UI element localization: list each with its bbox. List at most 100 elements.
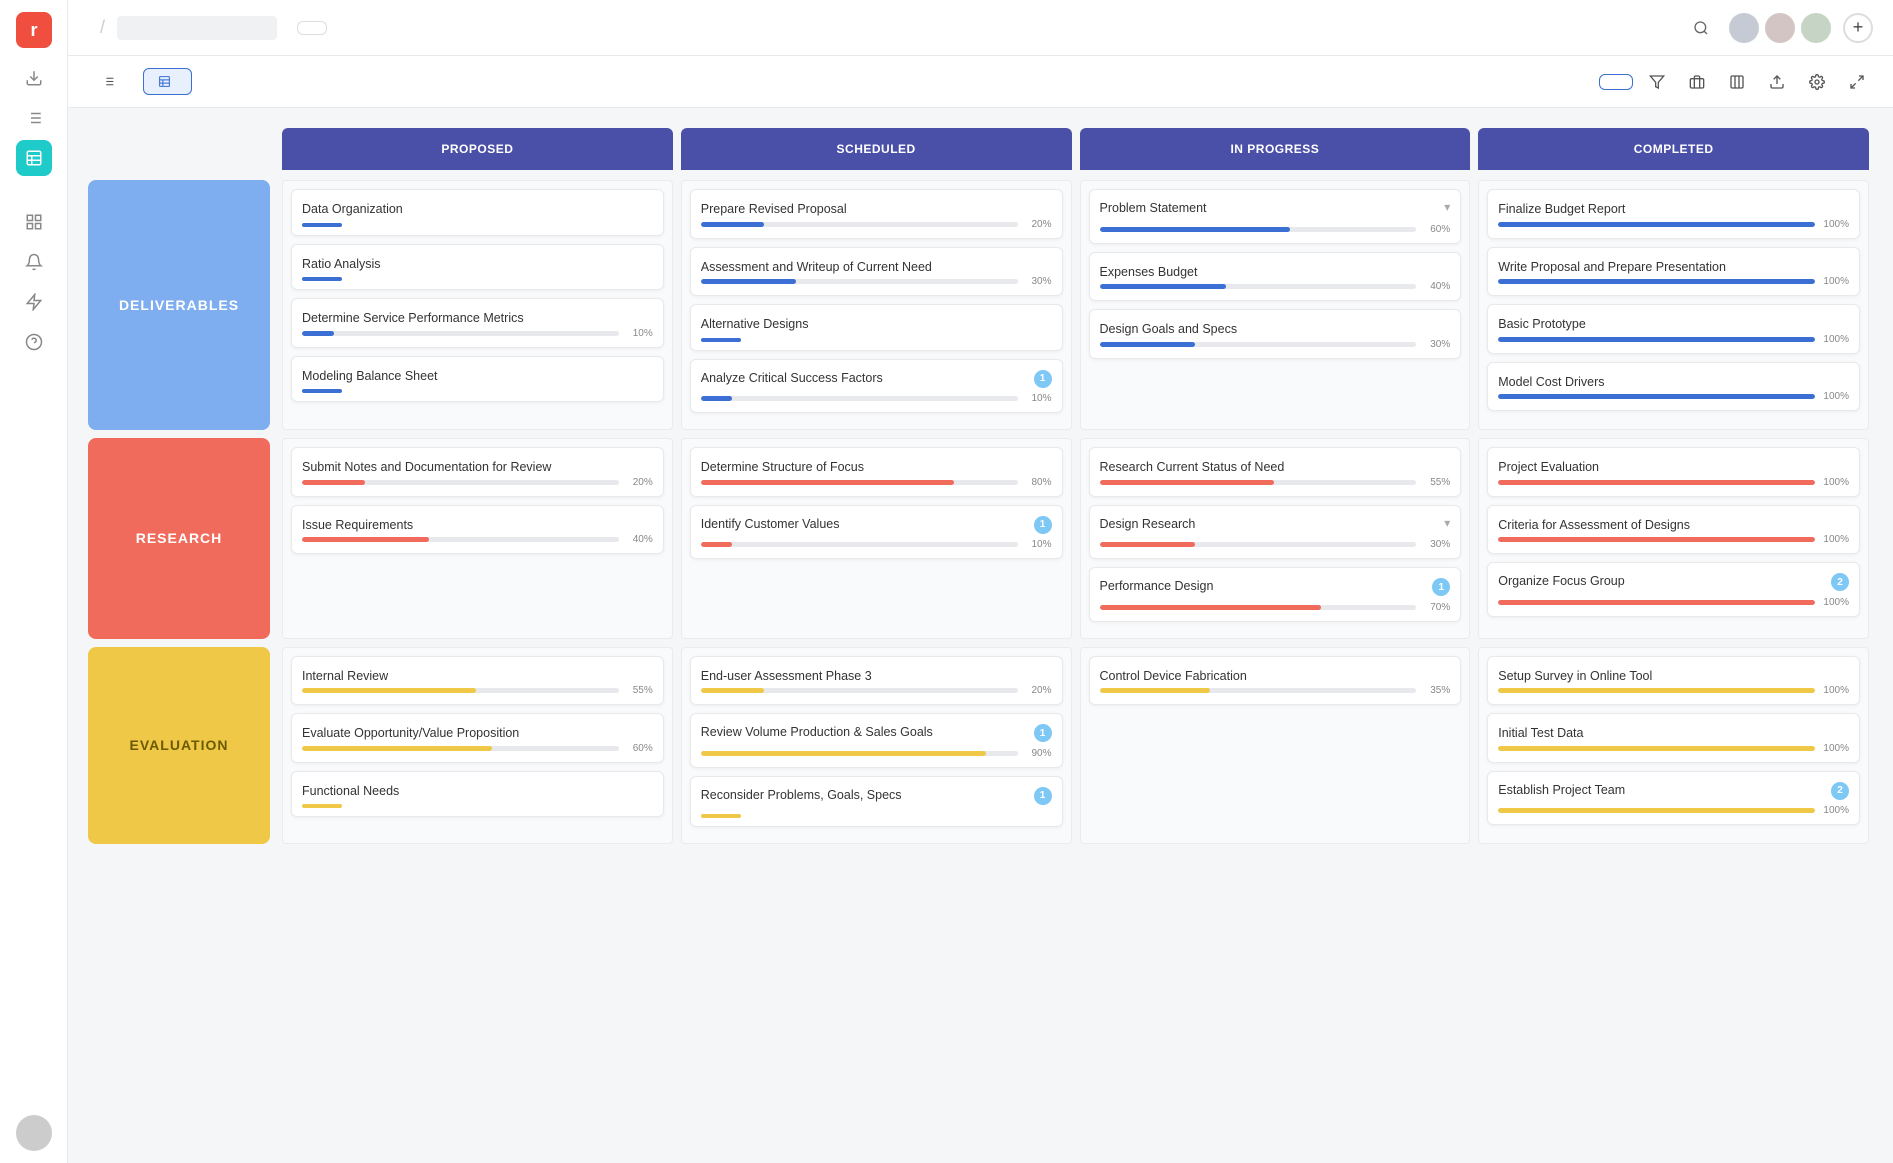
card[interactable]: Reconsider Problems, Goals, Specs1 [690,776,1063,828]
sidebar-list-icon[interactable] [16,100,52,136]
sidebar-roadmap-icon[interactable] [16,140,52,176]
progress-bar [1100,480,1417,485]
card[interactable]: Criteria for Assessment of Designs100% [1487,505,1860,555]
progress-pct: 40% [625,534,653,545]
card[interactable]: Determine Structure of Focus80% [690,447,1063,497]
card[interactable]: Assessment and Writeup of Current Need30… [690,247,1063,297]
dropdown-icon[interactable]: ▾ [1444,516,1450,530]
card[interactable]: Modeling Balance Sheet [291,356,664,403]
filter-icon[interactable] [1641,66,1673,98]
card[interactable]: Determine Service Performance Metrics10% [291,298,664,348]
card-title: Organize Focus Group [1498,573,1624,591]
app-logo[interactable]: r [16,12,52,48]
cell-research-inprogress: Research Current Status of Need 55% Design… [1080,438,1471,639]
badge: 1 [1034,787,1052,805]
user-avatar[interactable] [16,1115,52,1151]
progress-bar [302,746,619,751]
card[interactable]: End-user Assessment Phase 320% [690,656,1063,706]
card[interactable]: Prepare Revised Proposal20% [690,189,1063,239]
cell-evaluation-scheduled: End-user Assessment Phase 320% Review Vol… [681,647,1072,845]
progress-pct: 100% [1821,805,1849,816]
progress-pct: 10% [1024,393,1052,404]
card-title: Design Research [1100,516,1196,534]
progress-pct: 100% [1821,597,1849,608]
progress-bar [1498,480,1815,485]
card[interactable]: Issue Requirements40% [291,505,664,555]
card-title: Control Device Fabrication [1100,669,1247,683]
export-icon[interactable] [1761,66,1793,98]
card[interactable]: Organize Focus Group2100% [1487,562,1860,617]
card[interactable]: Alternative Designs [690,304,1063,351]
badge: 1 [1034,516,1052,534]
cell-research-completed: Project Evaluation100% Criteria for Asses… [1478,438,1869,639]
progress-bar [302,537,619,542]
swimlane-container: PROPOSEDSCHEDULEDIN PROGRESSCOMPLETEDDEL… [68,108,1893,1163]
settings-icon[interactable] [1801,66,1833,98]
sidebar-help-icon[interactable] [16,324,52,360]
card[interactable]: Write Proposal and Prepare Presentation1… [1487,247,1860,297]
card-title: Write Proposal and Prepare Presentation [1498,260,1726,274]
cell-deliverables-proposed: Data Organization Ratio Analysis Determine… [282,180,673,430]
card[interactable]: Finalize Budget Report100% [1487,189,1860,239]
card[interactable]: Problem Statement▾60% [1089,189,1462,244]
card[interactable]: Design Goals and Specs 30% [1089,309,1462,359]
tab-items[interactable] [88,69,135,94]
card[interactable]: Internal Review55% [291,656,664,706]
card-title: Research Current Status of Need [1100,460,1285,474]
progress-bar [1100,227,1417,232]
sidebar-download-icon[interactable] [16,60,52,96]
sidebar-lightning-icon[interactable] [16,284,52,320]
columns-icon[interactable] [1721,66,1753,98]
card-title: Alternative Designs [701,317,809,331]
card-title: Assessment and Writeup of Current Need [701,260,932,274]
card[interactable]: Submit Notes and Documentation for Revie… [291,447,664,497]
dropdown-icon[interactable]: ▾ [1444,200,1450,214]
card[interactable]: Project Evaluation100% [1487,447,1860,497]
card-title: Criteria for Assessment of Designs [1498,518,1690,532]
card[interactable]: Basic Prototype100% [1487,304,1860,354]
search-icon[interactable] [1685,12,1717,44]
toolbar [68,56,1893,108]
progress-pct: 100% [1821,334,1849,345]
card[interactable]: Setup Survey in Online Tool 100% [1487,656,1860,706]
card[interactable]: Design Research▾30% [1089,505,1462,560]
add-item-button[interactable] [1599,74,1633,90]
sidebar-bell-icon[interactable] [16,244,52,280]
view-button[interactable] [297,21,327,35]
card[interactable]: Expenses Budget40% [1089,252,1462,302]
card[interactable]: Identify Customer Values110% [690,505,1063,560]
sidebar-person-icon[interactable] [16,204,52,240]
card[interactable]: Evaluate Opportunity/Value Proposition60… [291,713,664,763]
card[interactable]: Model Cost Drivers100% [1487,362,1860,412]
fullscreen-icon[interactable] [1841,66,1873,98]
card-title: Design Goals and Specs [1100,322,1238,336]
card[interactable]: Analyze Critical Success Factors110% [690,359,1063,414]
progress-bar [1100,605,1417,610]
add-user-button[interactable]: + [1843,13,1873,43]
card[interactable]: Initial Test Data100% [1487,713,1860,763]
col-header-inprogress: IN PROGRESS [1080,128,1471,170]
badge: 1 [1034,370,1052,388]
card[interactable]: Control Device Fabrication35% [1089,656,1462,706]
card[interactable]: Research Current Status of Need 55% [1089,447,1462,497]
card[interactable]: Performance Design170% [1089,567,1462,622]
progress-pct: 30% [1422,339,1450,350]
card[interactable]: Data Organization [291,189,664,236]
card[interactable]: Establish Project Team2100% [1487,771,1860,826]
progress-bar [1498,279,1815,284]
progress-pct: 55% [1422,477,1450,488]
card[interactable]: Review Volume Production & Sales Goals19… [690,713,1063,768]
group-icon[interactable] [1681,66,1713,98]
card-title: Ratio Analysis [302,257,381,271]
card[interactable]: Ratio Analysis [291,244,664,291]
progress-bar [1498,337,1815,342]
progress-pct: 70% [1422,602,1450,613]
col-header-proposed: PROPOSED [282,128,673,170]
progress-pct: 100% [1821,685,1849,696]
breadcrumb [117,16,277,40]
tab-swimlane[interactable] [143,68,192,95]
card-title: Establish Project Team [1498,782,1625,800]
card[interactable]: Functional Needs [291,771,664,818]
card-title: Setup Survey in Online Tool [1498,669,1652,683]
col-header-completed: COMPLETED [1478,128,1869,170]
